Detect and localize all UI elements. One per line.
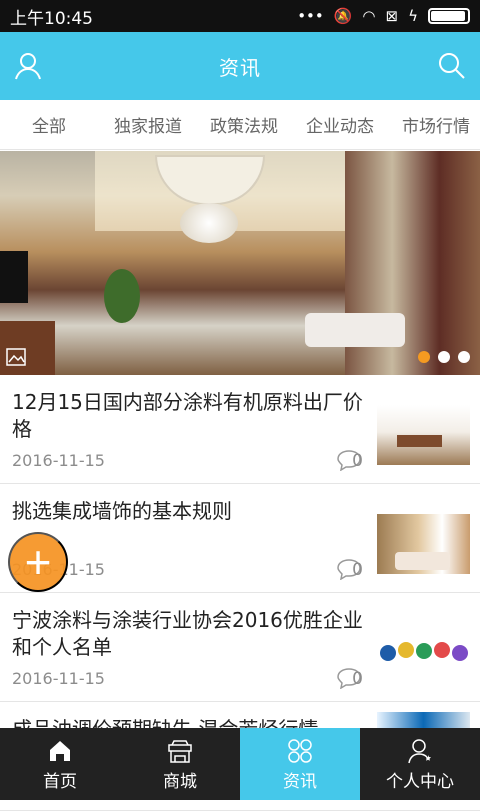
nav-profile[interactable]: 个人中心 bbox=[360, 728, 480, 800]
wifi-icon: ◠ bbox=[362, 7, 375, 25]
search-icon[interactable] bbox=[436, 50, 468, 82]
mute-icon: 🔕 bbox=[334, 7, 353, 25]
image-icon bbox=[6, 347, 26, 367]
profile-icon bbox=[406, 737, 434, 765]
status-time: 上午10:45 bbox=[10, 4, 297, 29]
paint-can-icon bbox=[380, 645, 396, 661]
article-date: 2016-11-15 bbox=[12, 669, 105, 688]
add-button[interactable]: + bbox=[8, 532, 68, 592]
nav-store[interactable]: 商城 bbox=[120, 728, 240, 800]
user-icon[interactable] bbox=[12, 50, 44, 82]
comment-count: 0 bbox=[352, 560, 363, 580]
tab-all[interactable]: 全部 bbox=[0, 112, 100, 137]
list-item[interactable]: 12月15日国内部分涂料有机原料出厂价格 2016-11-15 0 bbox=[0, 375, 480, 484]
article-thumbnail bbox=[377, 514, 470, 574]
no-sim-icon: ⊠ bbox=[386, 7, 399, 25]
tab-policy[interactable]: 政策法规 bbox=[196, 112, 292, 137]
comment-count: 0 bbox=[352, 669, 363, 689]
tab-market[interactable]: 市场行情 bbox=[388, 112, 480, 137]
hero-plant bbox=[104, 269, 140, 323]
nav-news[interactable]: 资讯 bbox=[240, 728, 360, 800]
home-icon bbox=[46, 737, 74, 765]
hero-tv bbox=[0, 251, 28, 303]
comment-count: 0 bbox=[352, 451, 363, 471]
chandelier-base bbox=[180, 203, 238, 243]
bottom-navigation: 首页 商城 资讯 个人中心 bbox=[0, 728, 480, 800]
carousel-dot-active[interactable] bbox=[418, 351, 430, 363]
paint-can-icon bbox=[416, 643, 432, 659]
article-thumbnail bbox=[377, 405, 470, 465]
battery-icon bbox=[428, 8, 470, 24]
list-item[interactable]: 宁波涂料与涂装行业协会2016优胜企业和个人名单 2016-11-15 0 bbox=[0, 593, 480, 702]
list-item[interactable]: 挑选集成墙饰的基本规则 2016-11-15 0 bbox=[0, 484, 480, 593]
article-title: 挑选集成墙饰的基本规则 bbox=[12, 498, 367, 525]
tab-company-news[interactable]: 企业动态 bbox=[292, 112, 388, 137]
more-icon: ••• bbox=[297, 7, 324, 25]
nav-label-news: 资讯 bbox=[283, 767, 317, 792]
charging-icon: ϟ bbox=[408, 7, 418, 25]
article-title: 12月15日国内部分涂料有机原料出厂价格 bbox=[12, 389, 367, 443]
nav-label-store: 商城 bbox=[163, 767, 197, 792]
carousel-dot[interactable] bbox=[458, 351, 470, 363]
news-icon bbox=[286, 737, 314, 765]
article-title: 宁波涂料与涂装行业协会2016优胜企业和个人名单 bbox=[12, 607, 367, 661]
paint-can-icon bbox=[452, 645, 468, 661]
article-thumbnail bbox=[377, 623, 470, 683]
paint-can-icon bbox=[398, 642, 414, 658]
nav-home[interactable]: 首页 bbox=[0, 728, 120, 800]
carousel-dot[interactable] bbox=[438, 351, 450, 363]
carousel-dots bbox=[418, 351, 470, 363]
status-bar: 上午10:45 ••• 🔕 ◠ ⊠ ϟ bbox=[0, 0, 480, 32]
page-title: 资讯 bbox=[219, 52, 261, 81]
tab-exclusive[interactable]: 独家报道 bbox=[100, 112, 196, 137]
category-tabs: 全部 独家报道 政策法规 企业动态 市场行情 bbox=[0, 100, 480, 150]
hero-carousel[interactable] bbox=[0, 151, 480, 375]
nav-label-profile: 个人中心 bbox=[386, 767, 454, 792]
nav-label-home: 首页 bbox=[43, 767, 77, 792]
app-header: 资讯 bbox=[0, 32, 480, 100]
article-date: 2016-11-15 bbox=[12, 451, 105, 470]
hero-sofa bbox=[305, 313, 405, 347]
store-icon bbox=[166, 737, 194, 765]
paint-can-icon bbox=[434, 642, 450, 658]
status-icons: ••• 🔕 ◠ ⊠ ϟ bbox=[297, 7, 470, 25]
